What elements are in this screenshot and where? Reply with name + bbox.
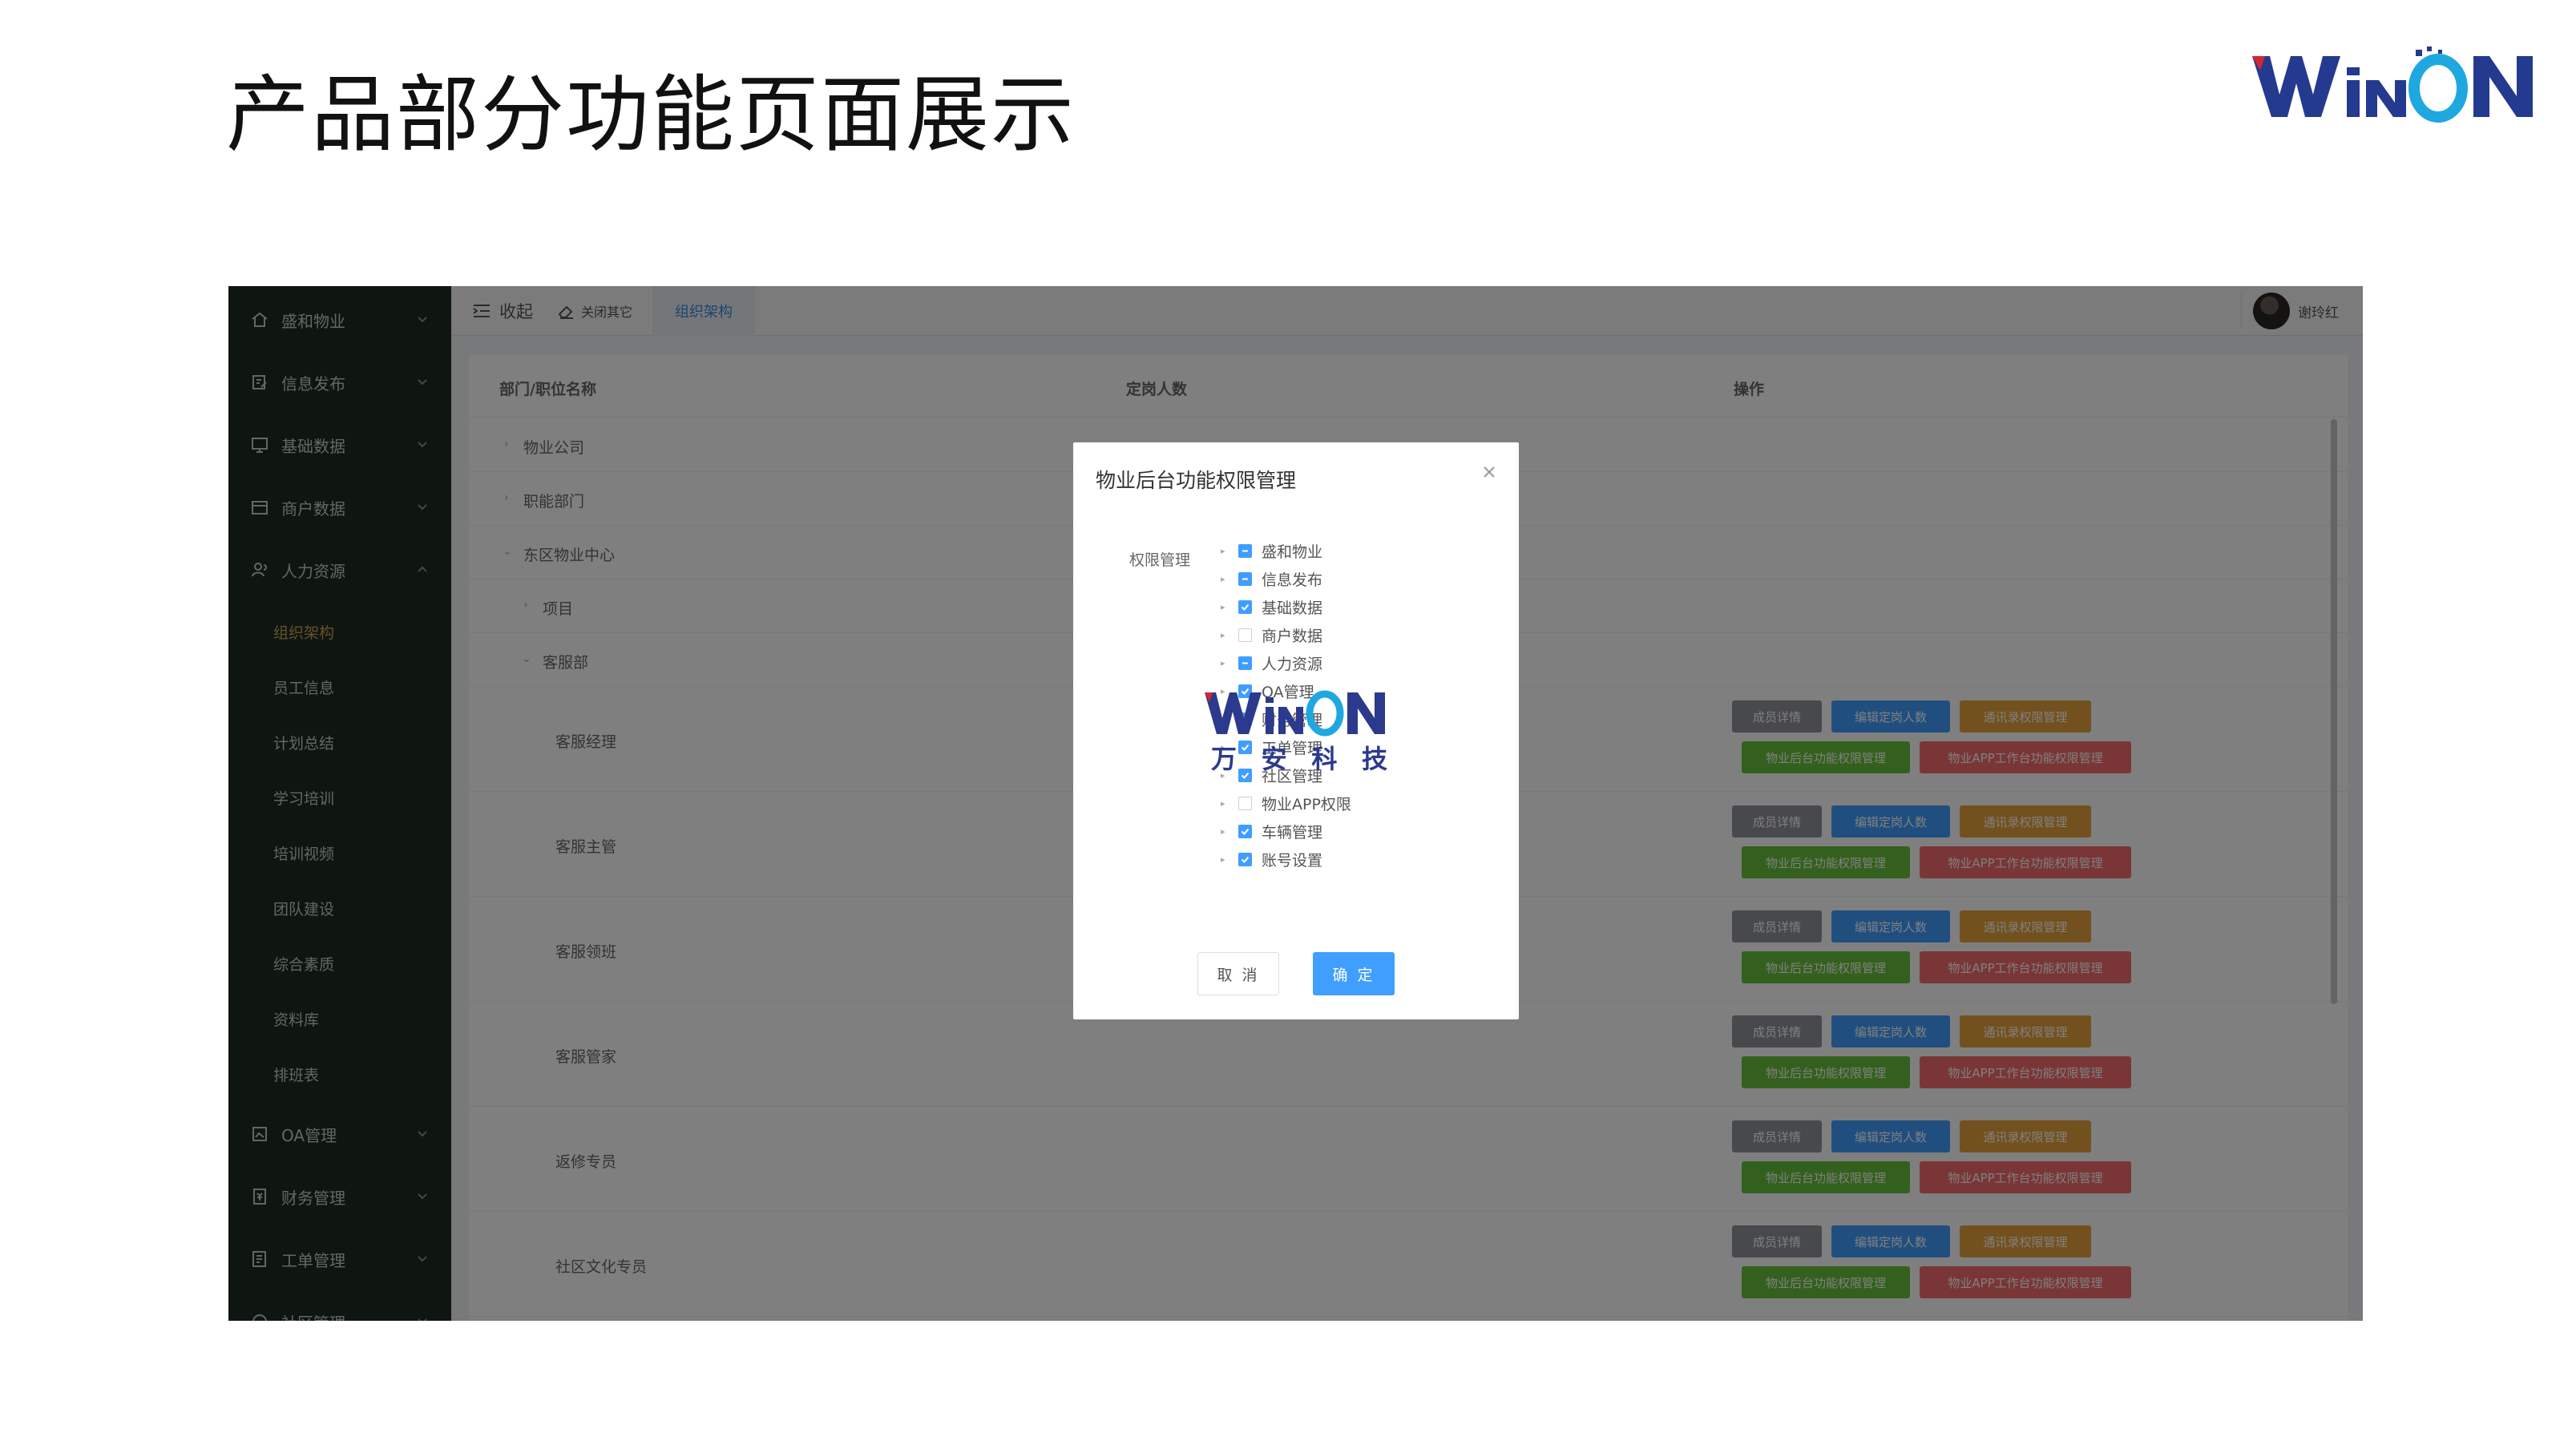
tree-node[interactable]: ▸ 基础数据 [1221,593,1322,620]
close-icon[interactable] [1480,463,1498,481]
admin-app-screenshot: 盛和物业 信息发布 基础数据 商户数据 人力资源 组织架构 员工信息 计划总结 … [228,286,2363,1321]
tree-node-label: 盛和物业 [1262,543,1323,561]
tree-node-label: 商户数据 [1262,627,1323,645]
caret-right-icon[interactable]: ▸ [1221,826,1230,837]
permission-field-label: 权限管理 [1129,551,1191,569]
checkbox[interactable] [1238,824,1252,838]
slide-title: 产品部分功能页面展示 [226,66,1076,163]
checkbox[interactable] [1238,852,1252,866]
tree-node-label: 物业APP权限 [1262,795,1351,813]
watermark-char: 万 [1211,744,1238,774]
tree-node[interactable]: ▸ 车辆管理 [1221,817,1322,845]
tree-node-label: 信息发布 [1262,571,1323,589]
tree-node[interactable]: ▸ 账号设置 [1221,846,1322,873]
watermark-char: 科 [1311,744,1338,774]
tree-node-label: 人力资源 [1262,655,1323,673]
caret-right-icon[interactable]: ▸ [1221,854,1230,865]
winon-logo [2252,46,2549,123]
caret-right-icon[interactable]: ▸ [1221,546,1230,556]
caret-right-icon[interactable]: ▸ [1221,602,1230,612]
watermark-cn-text: 万 安 科 技 [1211,739,1387,776]
tree-node-label: 车辆管理 [1262,823,1323,842]
tree-node[interactable]: ▸ 物业APP权限 [1221,789,1351,817]
tree-node[interactable]: ▸ 信息发布 [1221,565,1322,592]
caret-right-icon[interactable]: ▸ [1221,658,1230,668]
permission-dialog: 物业后台功能权限管理 权限管理 ▸ 盛和物业 ▸ 信息发布 ▸ 基础数据 ▸ 商户数据 ▸ 人力资… [1073,442,1519,1019]
checkbox[interactable] [1238,656,1252,670]
tree-node[interactable]: ▸ 商户数据 [1221,621,1322,648]
tree-node[interactable]: ▸ 人力资源 [1221,649,1322,676]
watermark-char: 安 [1261,744,1287,774]
tree-node[interactable]: ▸ 盛和物业 [1221,537,1322,564]
tree-node-label: 账号设置 [1262,851,1323,870]
checkbox[interactable] [1238,599,1252,614]
checkbox[interactable] [1238,796,1252,810]
caret-right-icon[interactable]: ▸ [1221,798,1230,809]
checkbox[interactable] [1238,628,1252,642]
cancel-button[interactable]: 取 消 [1197,952,1279,995]
watermark-char: 技 [1361,744,1387,774]
checkbox[interactable] [1238,571,1252,586]
tree-node-label: 基础数据 [1262,599,1323,617]
caret-right-icon[interactable]: ▸ [1221,574,1230,584]
confirm-button[interactable]: 确 定 [1313,952,1395,995]
checkbox[interactable] [1238,543,1252,558]
caret-right-icon[interactable]: ▸ [1221,630,1230,640]
dialog-title: 物业后台功能权限管理 [1096,469,1297,492]
